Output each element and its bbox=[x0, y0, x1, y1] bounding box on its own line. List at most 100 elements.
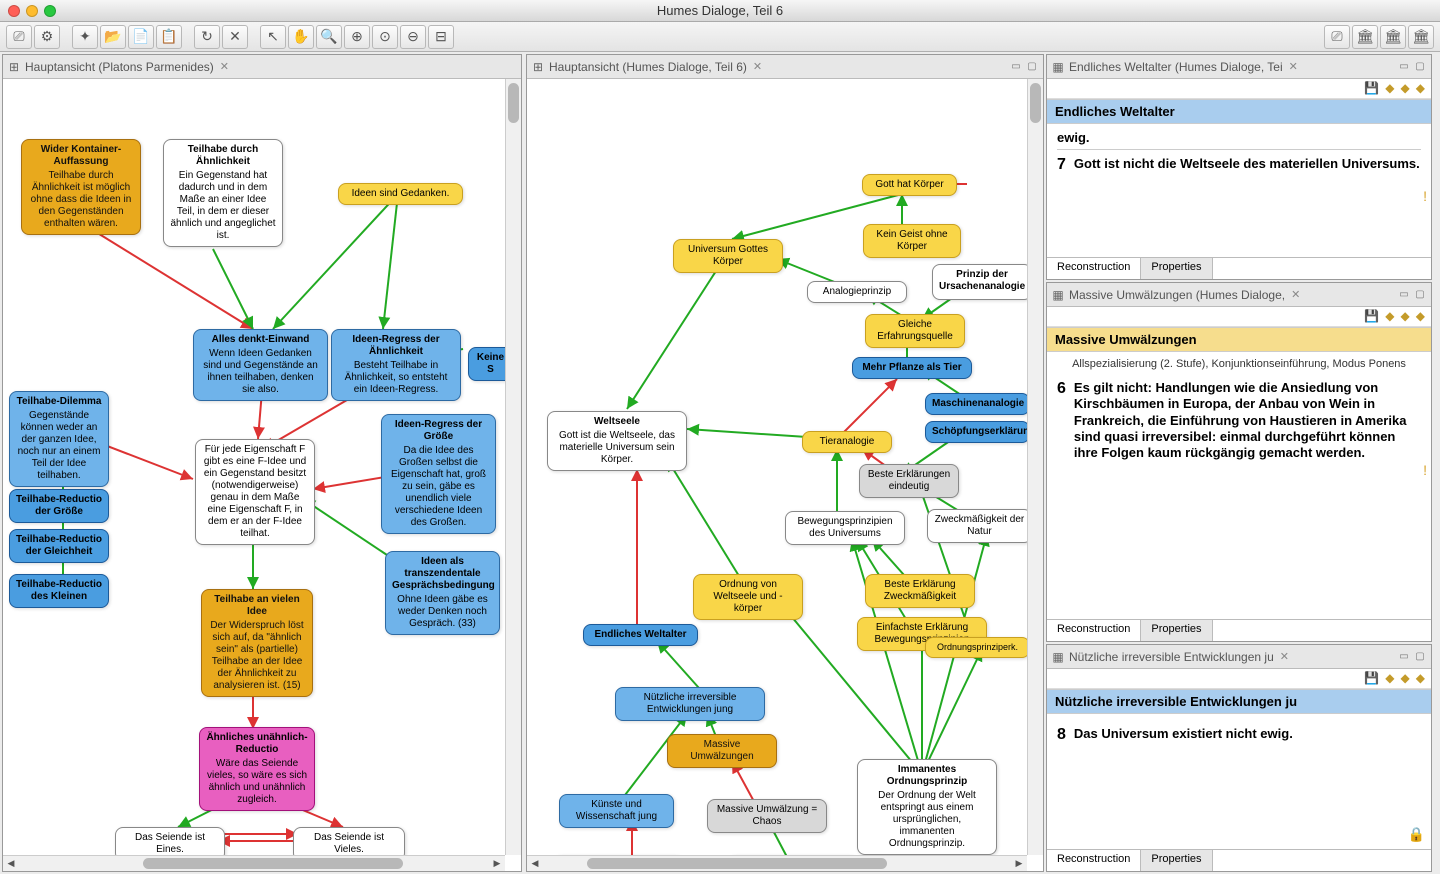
node-chaos[interactable]: Massive Umwälzung = Chaos bbox=[707, 799, 827, 833]
node-nuetzliche-irreversible[interactable]: Nützliche irreversible Entwicklungen jun… bbox=[615, 687, 765, 721]
node-schoepfung[interactable]: Schöpfungserklärung bbox=[925, 421, 1030, 443]
tab-title-left[interactable]: Hauptansicht (Platons Parmenides) bbox=[25, 60, 214, 74]
toolbar-perspective-2-icon[interactable]: 🏛 bbox=[1380, 25, 1406, 49]
node-kuenste[interactable]: Künste und Wissenschaft jung bbox=[559, 794, 674, 828]
node-weltseele[interactable]: WeltseeleGott ist die Weltseele, das mat… bbox=[547, 411, 687, 471]
scrollbar-v-mid[interactable] bbox=[1027, 79, 1043, 855]
node-universum-gottes[interactable]: Universum Gottes Körper bbox=[673, 239, 783, 273]
max-icon[interactable]: ▢ bbox=[1413, 288, 1427, 302]
scrollbar-v-left[interactable] bbox=[505, 79, 521, 855]
node-teilhabe-aehnlichkeit[interactable]: Teilhabe durch ÄhnlichkeitEin Gegenstand… bbox=[163, 139, 283, 247]
nav-next-icon[interactable]: ◆ bbox=[1401, 671, 1410, 686]
node-regress-groesse[interactable]: Ideen-Regress der GrößeDa die Idee des G… bbox=[381, 414, 496, 534]
node-immanentes-ordnungsprinzip[interactable]: Immanentes OrdnungsprinzipDer Ordnung de… bbox=[857, 759, 997, 855]
node-mehr-pflanze[interactable]: Mehr Pflanze als Tier bbox=[852, 357, 972, 379]
node-aehnlich-reductio[interactable]: Ähnliches unähnlich-ReductioWäre das Sei… bbox=[199, 727, 315, 811]
tab-reconstruction[interactable]: Reconstruction bbox=[1047, 850, 1141, 871]
node-erfahrungsquelle[interactable]: Gleiche Erfahrungsquelle bbox=[865, 314, 965, 348]
tab-properties[interactable]: Properties bbox=[1141, 850, 1212, 871]
toolbar-perspective-1-icon[interactable]: 🏛 bbox=[1352, 25, 1378, 49]
save-icon[interactable]: 💾 bbox=[1364, 81, 1379, 96]
toolbar-open-icon[interactable]: 📂 bbox=[100, 25, 126, 49]
minimize-view-icon[interactable]: ▭ bbox=[1009, 60, 1023, 74]
node-ordnungsprinziperk[interactable]: Ordnungsprinziperk. bbox=[925, 637, 1030, 658]
tab-reconstruction[interactable]: Reconstruction bbox=[1047, 620, 1141, 641]
zoom-window-button[interactable] bbox=[44, 5, 56, 17]
tab-close-r3[interactable]: ✕ bbox=[1280, 650, 1289, 663]
tab-title-r3[interactable]: Nützliche irreversible Entwicklungen ju bbox=[1069, 650, 1274, 664]
toolbar-zoomout-icon[interactable]: ⊖ bbox=[400, 25, 426, 49]
min-icon[interactable]: ▭ bbox=[1397, 60, 1411, 74]
canvas-left[interactable]: Wider Kontainer-AuffassungTeilhabe durch… bbox=[3, 79, 521, 871]
toolbar-pointer-icon[interactable]: ↖ bbox=[260, 25, 286, 49]
nav-next-icon[interactable]: ◆ bbox=[1401, 81, 1410, 96]
toolbar-layout-icon[interactable]: ⊟ bbox=[428, 25, 454, 49]
node-endliches-weltalter[interactable]: Endliches Weltalter bbox=[583, 624, 698, 646]
node-maschinenanalogie[interactable]: Maschinenanalogie bbox=[925, 393, 1030, 415]
canvas-mid[interactable]: Gott hat Körper Kein Geist ohne Körper U… bbox=[527, 79, 1043, 871]
toolbar-button-1[interactable]: ⎚ bbox=[6, 25, 32, 49]
toolbar-zoomfit-icon[interactable]: ⊙ bbox=[372, 25, 398, 49]
toolbar-perspective-3-icon[interactable]: 🏛 bbox=[1408, 25, 1434, 49]
tab-close-r1[interactable]: ✕ bbox=[1289, 60, 1298, 73]
tab-properties[interactable]: Properties bbox=[1141, 620, 1212, 641]
node-reductio-gleichheit[interactable]: Teilhabe-Reductio der Gleichheit bbox=[9, 529, 109, 563]
close-window-button[interactable] bbox=[8, 5, 20, 17]
toolbar-pan-icon[interactable]: ✋ bbox=[288, 25, 314, 49]
node-zweck-natur[interactable]: Zweckmäßigkeit der Natur bbox=[927, 509, 1032, 543]
node-ordnung-weltseele[interactable]: Ordnung von Weltseele und -körper bbox=[693, 574, 803, 620]
nav-last-icon[interactable]: ◆ bbox=[1416, 81, 1425, 96]
nav-last-icon[interactable]: ◆ bbox=[1416, 309, 1425, 324]
tab-properties[interactable]: Properties bbox=[1141, 258, 1212, 279]
tab-title-r2[interactable]: Massive Umwälzungen (Humes Dialoge, bbox=[1069, 288, 1285, 302]
min-icon[interactable]: ▭ bbox=[1397, 650, 1411, 664]
node-regress-aehnlichkeit[interactable]: Ideen-Regress der ÄhnlichkeitBesteht Tei… bbox=[331, 329, 461, 401]
toolbar-right-1[interactable]: ⎚ bbox=[1324, 25, 1350, 49]
node-wider-kontainer[interactable]: Wider Kontainer-AuffassungTeilhabe durch… bbox=[21, 139, 141, 235]
nav-prev-icon[interactable]: ◆ bbox=[1385, 671, 1394, 686]
tab-close-left[interactable]: ✕ bbox=[220, 60, 229, 73]
toolbar-refresh-icon[interactable]: ↻ bbox=[194, 25, 220, 49]
scrollbar-h-left[interactable]: ◀▶ bbox=[3, 855, 505, 871]
nav-prev-icon[interactable]: ◆ bbox=[1385, 309, 1394, 324]
tab-close-r2[interactable]: ✕ bbox=[1291, 288, 1300, 301]
save-icon[interactable]: 💾 bbox=[1364, 309, 1379, 324]
node-eigenschaft[interactable]: Für jede Eigenschaft F gibt es eine F-Id… bbox=[195, 439, 315, 545]
nav-last-icon[interactable]: ◆ bbox=[1416, 671, 1425, 686]
toolbar-zoom-icon[interactable]: 🔍 bbox=[316, 25, 342, 49]
node-beste-erklaerungen[interactable]: Beste Erklärungen eindeutig bbox=[859, 464, 959, 498]
tab-close-mid[interactable]: ✕ bbox=[753, 60, 762, 73]
node-teilhabe-vielen[interactable]: Teilhabe an vielen IdeeDer Widerspruch l… bbox=[201, 589, 313, 697]
node-reductio-groesse[interactable]: Teilhabe-Reductio der Größe bbox=[9, 489, 109, 523]
node-alles-denkt[interactable]: Alles denkt-EinwandWenn Ideen Gedanken s… bbox=[193, 329, 328, 401]
toolbar-new-icon[interactable]: ✦ bbox=[72, 25, 98, 49]
node-gott-koerper[interactable]: Gott hat Körper bbox=[862, 174, 957, 196]
max-icon[interactable]: ▢ bbox=[1413, 650, 1427, 664]
node-teilhabe-dilemma[interactable]: Teilhabe-DilemmaGegenstände können weder… bbox=[9, 391, 109, 487]
toolbar-zoomin-icon[interactable]: ⊕ bbox=[344, 25, 370, 49]
node-massive-umwaelzungen[interactable]: Massive Umwälzungen bbox=[667, 734, 777, 768]
save-icon[interactable]: 💾 bbox=[1364, 671, 1379, 686]
max-icon[interactable]: ▢ bbox=[1413, 60, 1427, 74]
tab-title-r1[interactable]: Endliches Weltalter (Humes Dialoge, Tei bbox=[1069, 60, 1283, 74]
minimize-window-button[interactable] bbox=[26, 5, 38, 17]
nav-prev-icon[interactable]: ◆ bbox=[1385, 81, 1394, 96]
toolbar-button-2[interactable]: ⚙ bbox=[34, 25, 60, 49]
node-ideen-gedanken[interactable]: Ideen sind Gedanken. bbox=[338, 183, 463, 205]
tab-reconstruction[interactable]: Reconstruction bbox=[1047, 258, 1141, 279]
min-icon[interactable]: ▭ bbox=[1397, 288, 1411, 302]
maximize-view-icon[interactable]: ▢ bbox=[1025, 60, 1039, 74]
tab-title-mid[interactable]: Hauptansicht (Humes Dialoge, Teil 6) bbox=[549, 60, 747, 74]
toolbar-copy-icon[interactable]: 📄 bbox=[128, 25, 154, 49]
node-ursachenanalogie[interactable]: Prinzip der Ursachenanalogie bbox=[932, 264, 1032, 300]
toolbar-paste-icon[interactable]: 📋 bbox=[156, 25, 182, 49]
node-reductio-kleinen[interactable]: Teilhabe-Reductio des Kleinen bbox=[9, 574, 109, 608]
node-bewegungsprinzipien[interactable]: Bewegungsprinzipien des Universums bbox=[785, 511, 905, 545]
node-transzendental[interactable]: Ideen als transzendentale Gesprächsbedin… bbox=[385, 551, 500, 635]
scrollbar-h-mid[interactable]: ◀▶ bbox=[527, 855, 1027, 871]
node-beste-zweck[interactable]: Beste Erklärung Zweckmäßigkeit bbox=[865, 574, 975, 608]
nav-next-icon[interactable]: ◆ bbox=[1401, 309, 1410, 324]
node-kein-geist[interactable]: Kein Geist ohne Körper bbox=[863, 224, 961, 258]
toolbar-delete-icon[interactable]: ✕ bbox=[222, 25, 248, 49]
node-analogieprinzip[interactable]: Analogieprinzip bbox=[807, 281, 907, 303]
